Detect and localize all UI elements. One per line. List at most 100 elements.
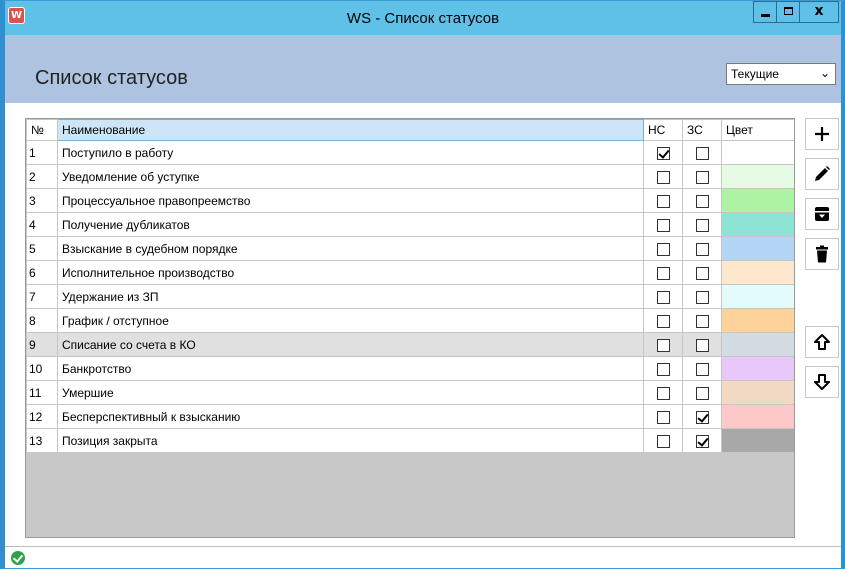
zs-checkbox[interactable] [695,410,709,424]
window-title: WS - Список статусов [346,10,500,27]
table-row[interactable]: 10 Банкротство [26,356,794,381]
move-up-button[interactable] [805,326,839,358]
zs-checkbox[interactable] [695,338,709,352]
color-cell[interactable] [721,284,794,309]
hs-checkbox[interactable] [656,410,670,424]
column-header-name[interactable]: Наименование [57,119,644,141]
color-swatch [722,309,794,332]
zs-checkbox[interactable] [695,170,709,184]
hs-checkbox[interactable] [656,242,670,256]
color-cell[interactable] [721,140,794,165]
hs-checkbox[interactable] [656,338,670,352]
row-number: 8 [26,308,58,333]
color-cell[interactable] [721,212,794,237]
zs-cell [682,164,722,189]
table-row[interactable]: 6 Исполнительное производство [26,260,794,285]
hs-checkbox[interactable] [656,266,670,280]
color-cell[interactable] [721,236,794,261]
zs-checkbox[interactable] [695,434,709,448]
color-cell[interactable] [721,260,794,285]
row-number: 10 [26,356,58,381]
status-filter-select[interactable]: Текущие ⌄ [726,63,836,85]
maximize-button[interactable] [776,1,800,23]
column-header-zs[interactable]: ЗС [682,119,722,141]
color-cell[interactable] [721,308,794,333]
hs-checkbox[interactable] [656,386,670,400]
column-header-color[interactable]: Цвет [721,119,794,141]
hs-checkbox[interactable] [656,434,670,448]
status-table[interactable]: № Наименование НС ЗС Цвет 1 Поступило в р… [25,118,795,538]
zs-checkbox[interactable] [695,290,709,304]
row-number: 13 [26,428,58,453]
delete-button[interactable] [805,238,839,270]
zs-cell [682,236,722,261]
app-window: W WS - Список статусов x Список статусов… [0,0,845,569]
zs-cell [682,332,722,357]
arrow-up-icon [814,334,830,350]
zs-checkbox[interactable] [695,386,709,400]
color-cell[interactable] [721,332,794,357]
table-row[interactable]: 7 Удержание из ЗП [26,284,794,309]
zs-cell [682,404,722,429]
color-swatch [722,285,794,308]
zs-checkbox[interactable] [695,362,709,376]
table-row[interactable]: 12 Бесперспективный к взысканию [26,404,794,429]
color-cell[interactable] [721,164,794,189]
row-name: График / отступное [57,308,644,333]
table-row[interactable]: 9 Списание со счета в КО [26,332,794,357]
arrow-down-icon [814,374,830,390]
color-cell[interactable] [721,404,794,429]
table-row[interactable]: 4 Получение дубликатов [26,212,794,237]
hs-checkbox[interactable] [656,194,670,208]
zs-checkbox[interactable] [695,314,709,328]
zs-checkbox[interactable] [695,266,709,280]
color-swatch [722,261,794,284]
hs-checkbox[interactable] [656,314,670,328]
minimize-button[interactable] [753,1,777,23]
hs-checkbox[interactable] [656,290,670,304]
hs-cell [643,380,683,405]
hs-checkbox[interactable] [656,218,670,232]
hs-cell [643,188,683,213]
row-name: Уведомление об уступке [57,164,644,189]
hs-checkbox[interactable] [656,146,670,160]
edit-button[interactable] [805,158,839,190]
row-name: Бесперспективный к взысканию [57,404,644,429]
row-number: 6 [26,260,58,285]
table-header-row: № Наименование НС ЗС Цвет [26,119,794,141]
zs-checkbox[interactable] [695,146,709,160]
zs-cell [682,188,722,213]
close-button[interactable]: x [799,1,839,23]
hs-checkbox[interactable] [656,170,670,184]
status-filter-value: Текущие [731,67,779,81]
title-bar[interactable]: W WS - Список статусов x [5,1,841,35]
hs-checkbox[interactable] [656,362,670,376]
zs-cell [682,428,722,453]
color-cell[interactable] [721,356,794,381]
zs-checkbox[interactable] [695,242,709,256]
zs-cell [682,284,722,309]
zs-checkbox[interactable] [695,194,709,208]
color-cell[interactable] [721,188,794,213]
color-swatch [722,165,794,188]
table-row[interactable]: 1 Поступило в работу [26,140,794,165]
add-button[interactable] [805,118,839,150]
table-row[interactable]: 11 Умершие [26,380,794,405]
archive-button[interactable] [805,198,839,230]
move-down-button[interactable] [805,366,839,398]
table-row[interactable]: 5 Взыскание в судебном порядке [26,236,794,261]
zs-checkbox[interactable] [695,218,709,232]
table-row[interactable]: 3 Процессуальное правопреемство [26,188,794,213]
table-row[interactable]: 13 Позиция закрыта [26,428,794,453]
column-header-hs[interactable]: НС [643,119,683,141]
column-header-num[interactable]: № [26,119,58,141]
color-cell[interactable] [721,380,794,405]
table-row[interactable]: 2 Уведомление об уступке [26,164,794,189]
row-number: 9 [26,332,58,357]
plus-icon [815,127,829,141]
row-name: Списание со счета в КО [57,332,644,357]
row-number: 4 [26,212,58,237]
table-row[interactable]: 8 График / отступное [26,308,794,333]
hs-cell [643,164,683,189]
color-cell[interactable] [721,428,794,453]
